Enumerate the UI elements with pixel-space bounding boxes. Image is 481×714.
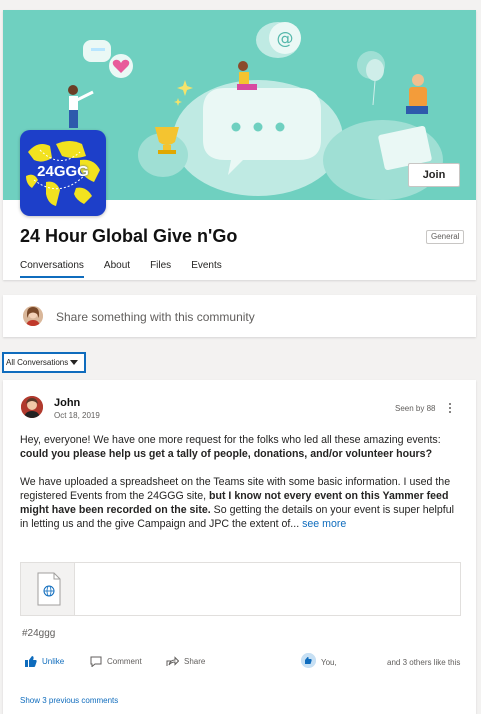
avatar[interactable]: [21, 396, 43, 418]
see-more-link[interactable]: see more: [299, 518, 346, 530]
conversation-filter-dropdown[interactable]: All Conversations: [2, 352, 86, 373]
post-paragraph: Hey, everyone! We have one more request …: [20, 433, 460, 461]
chevron-down-icon: [70, 360, 78, 365]
filter-selected-value: All Conversations: [6, 358, 69, 367]
show-previous-comments-link[interactable]: Show 3 previous comments: [20, 696, 118, 705]
tab-files[interactable]: Files: [150, 260, 171, 278]
comment-icon: [90, 656, 102, 667]
svg-text:@: @: [277, 29, 294, 49]
likers-text[interactable]: You,: [321, 658, 337, 667]
join-button[interactable]: Join: [408, 163, 460, 187]
post-actions: Unlike Comment Share You, and 3 others l…: [25, 653, 465, 672]
liker-avatar: [301, 653, 316, 668]
tab-about[interactable]: About: [104, 260, 130, 278]
post-text-bold: could you please help us get a tally of …: [20, 448, 433, 460]
tab-conversations[interactable]: Conversations: [20, 260, 84, 278]
community-header-card: @ 24GGG Join 24 Hour Global Give n'Go Ge…: [3, 10, 476, 280]
thumbs-up-icon: [25, 656, 37, 667]
tab-events[interactable]: Events: [191, 260, 222, 278]
unlike-button[interactable]: Unlike: [25, 656, 64, 667]
page-title: 24 Hour Global Give n'Go: [20, 226, 238, 246]
post-text: Hey, everyone! We have one more request …: [20, 434, 441, 446]
more-options-icon[interactable]: [446, 401, 454, 415]
composer-placeholder[interactable]: Share something with this community: [56, 310, 255, 324]
post-timestamp[interactable]: Oct 18, 2019: [54, 411, 100, 420]
post-author[interactable]: John: [54, 397, 80, 409]
file-thumbnail: [21, 563, 75, 615]
likes-count-text[interactable]: and 3 others like this: [387, 658, 460, 667]
post-paragraph: We have uploaded a spreadsheet on the Te…: [20, 475, 460, 531]
avatar: [23, 306, 43, 326]
share-label: Share: [184, 657, 206, 666]
topic-hashtag[interactable]: #24ggg: [22, 628, 55, 639]
post-body: Hey, everyone! We have one more request …: [20, 433, 460, 545]
community-logo: 24GGG: [20, 130, 106, 216]
unlike-label: Unlike: [42, 657, 65, 666]
comment-label: Comment: [107, 657, 142, 666]
logo-text: 24GGG: [37, 163, 89, 180]
community-tabs: Conversations About Files Events: [20, 260, 242, 278]
document-icon: [37, 572, 61, 606]
post-card: John Oct 18, 2019 Seen by 88 Hey, everyo…: [3, 380, 476, 714]
file-attachment[interactable]: [20, 562, 461, 616]
share-button[interactable]: Share: [166, 656, 205, 667]
comment-button[interactable]: Comment: [90, 656, 142, 667]
composer-card[interactable]: Share something with this community: [3, 295, 476, 337]
classification-badge: General: [426, 230, 465, 244]
seen-by-count[interactable]: Seen by 88: [395, 404, 435, 413]
share-icon: [166, 656, 179, 666]
